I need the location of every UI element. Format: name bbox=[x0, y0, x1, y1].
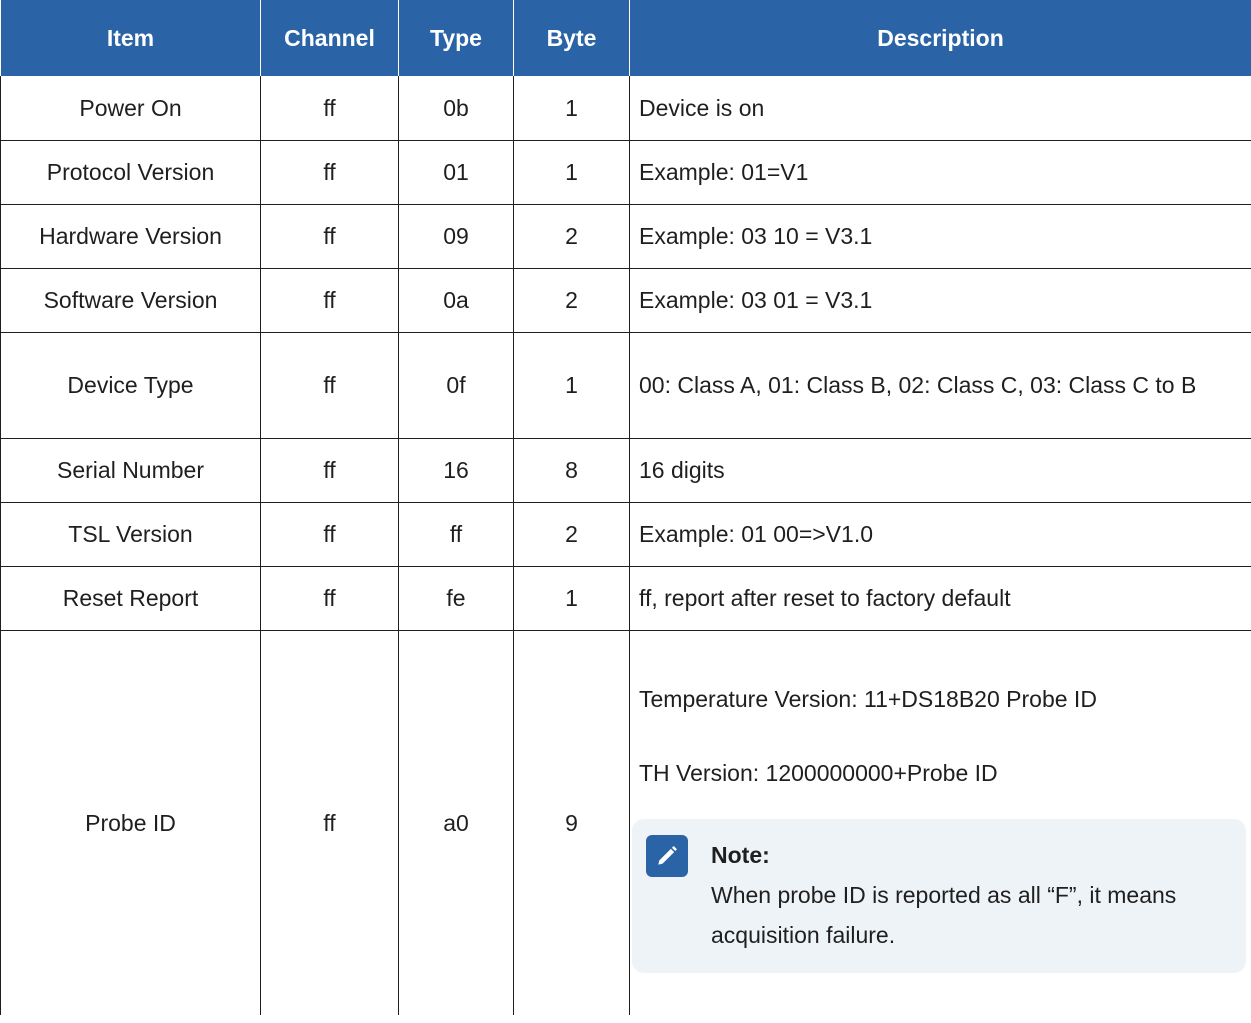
cell-description: Example: 01=V1 bbox=[629, 139, 1251, 205]
cell-type: 0a bbox=[398, 267, 514, 333]
cell-item: Probe ID bbox=[0, 629, 261, 1015]
pencil-icon bbox=[646, 834, 688, 877]
cell-channel: ff bbox=[260, 501, 399, 567]
header-byte: Byte bbox=[513, 0, 630, 76]
cell-item: Device Type bbox=[0, 331, 261, 439]
cell-item: Reset Report bbox=[0, 565, 261, 631]
cell-item: Hardware Version bbox=[0, 203, 261, 269]
cell-description: Example: 01 00=>V1.0 bbox=[629, 501, 1251, 567]
table-row: TSL Version ff ff 2 Example: 01 00=>V1.0 bbox=[0, 501, 1251, 567]
cell-channel: ff bbox=[260, 76, 399, 141]
cell-type: 09 bbox=[398, 203, 514, 269]
cell-byte: 2 bbox=[513, 501, 630, 567]
cell-channel: ff bbox=[260, 139, 399, 205]
note-box: Note: When probe ID is reported as all “… bbox=[632, 818, 1246, 973]
table-row: Software Version ff 0a 2 Example: 03 01 … bbox=[0, 267, 1251, 333]
cell-byte: 1 bbox=[513, 331, 630, 439]
cell-item: Serial Number bbox=[0, 437, 261, 503]
cell-byte: 2 bbox=[513, 203, 630, 269]
header-description: Description bbox=[629, 0, 1251, 76]
cell-type: 0b bbox=[398, 76, 514, 141]
cell-description: Device is on bbox=[629, 76, 1251, 141]
cell-channel: ff bbox=[260, 203, 399, 269]
cell-byte: 1 bbox=[513, 76, 630, 141]
table-row: Probe ID ff a0 9 Temperature Version: 11… bbox=[0, 629, 1251, 1015]
cell-description: Temperature Version: 11+DS18B20 Probe ID… bbox=[629, 629, 1251, 1015]
cell-type: a0 bbox=[398, 629, 514, 1015]
cell-type: 01 bbox=[398, 139, 514, 205]
cell-byte: 2 bbox=[513, 267, 630, 333]
note-title: Note: bbox=[711, 841, 770, 868]
cell-byte: 1 bbox=[513, 565, 630, 631]
cell-item: Protocol Version bbox=[0, 139, 261, 205]
cell-channel: ff bbox=[260, 437, 399, 503]
cell-item: TSL Version bbox=[0, 501, 261, 567]
cell-channel: ff bbox=[260, 565, 399, 631]
table-row: Protocol Version ff 01 1 Example: 01=V1 bbox=[0, 139, 1251, 205]
cell-channel: ff bbox=[260, 629, 399, 1015]
cell-item: Software Version bbox=[0, 267, 261, 333]
cell-description: ff, report after reset to factory defaul… bbox=[629, 565, 1251, 631]
table-header-row: Item Channel Type Byte Description bbox=[0, 0, 1251, 76]
cell-type: ff bbox=[398, 501, 514, 567]
cell-item: Power On bbox=[0, 76, 261, 141]
header-type: Type bbox=[398, 0, 514, 76]
table-row: Power On ff 0b 1 Device is on bbox=[0, 76, 1251, 141]
table-row: Reset Report ff fe 1 ff, report after re… bbox=[0, 565, 1251, 631]
table-row: Device Type ff 0f 1 00: Class A, 01: Cla… bbox=[0, 331, 1251, 439]
cell-type: 0f bbox=[398, 331, 514, 439]
cell-byte: 1 bbox=[513, 139, 630, 205]
note-body: Note: When probe ID is reported as all “… bbox=[711, 835, 1228, 955]
probe-description: Temperature Version: 11+DS18B20 Probe ID… bbox=[632, 673, 1246, 973]
cell-byte: 9 bbox=[513, 629, 630, 1015]
cell-byte: 8 bbox=[513, 437, 630, 503]
cell-channel: ff bbox=[260, 267, 399, 333]
description-line: TH Version: 1200000000+Probe ID bbox=[639, 759, 998, 786]
description-line: Temperature Version: 11+DS18B20 Probe ID bbox=[639, 685, 1097, 712]
cell-channel: ff bbox=[260, 331, 399, 439]
cell-description: Example: 03 10 = V3.1 bbox=[629, 203, 1251, 269]
table-row: Hardware Version ff 09 2 Example: 03 10 … bbox=[0, 203, 1251, 269]
cell-description: Example: 03 01 = V3.1 bbox=[629, 267, 1251, 333]
header-item: Item bbox=[0, 0, 261, 76]
cell-type: 16 bbox=[398, 437, 514, 503]
uplink-data-table: Item Channel Type Byte Description Power… bbox=[0, 0, 1251, 1015]
header-channel: Channel bbox=[260, 0, 399, 76]
cell-description: 16 digits bbox=[629, 437, 1251, 503]
note-text: When probe ID is reported as all “F”, it… bbox=[711, 881, 1177, 948]
cell-description: 00: Class A, 01: Class B, 02: Class C, 0… bbox=[629, 331, 1251, 439]
cell-type: fe bbox=[398, 565, 514, 631]
table-row: Serial Number ff 16 8 16 digits bbox=[0, 437, 1251, 503]
